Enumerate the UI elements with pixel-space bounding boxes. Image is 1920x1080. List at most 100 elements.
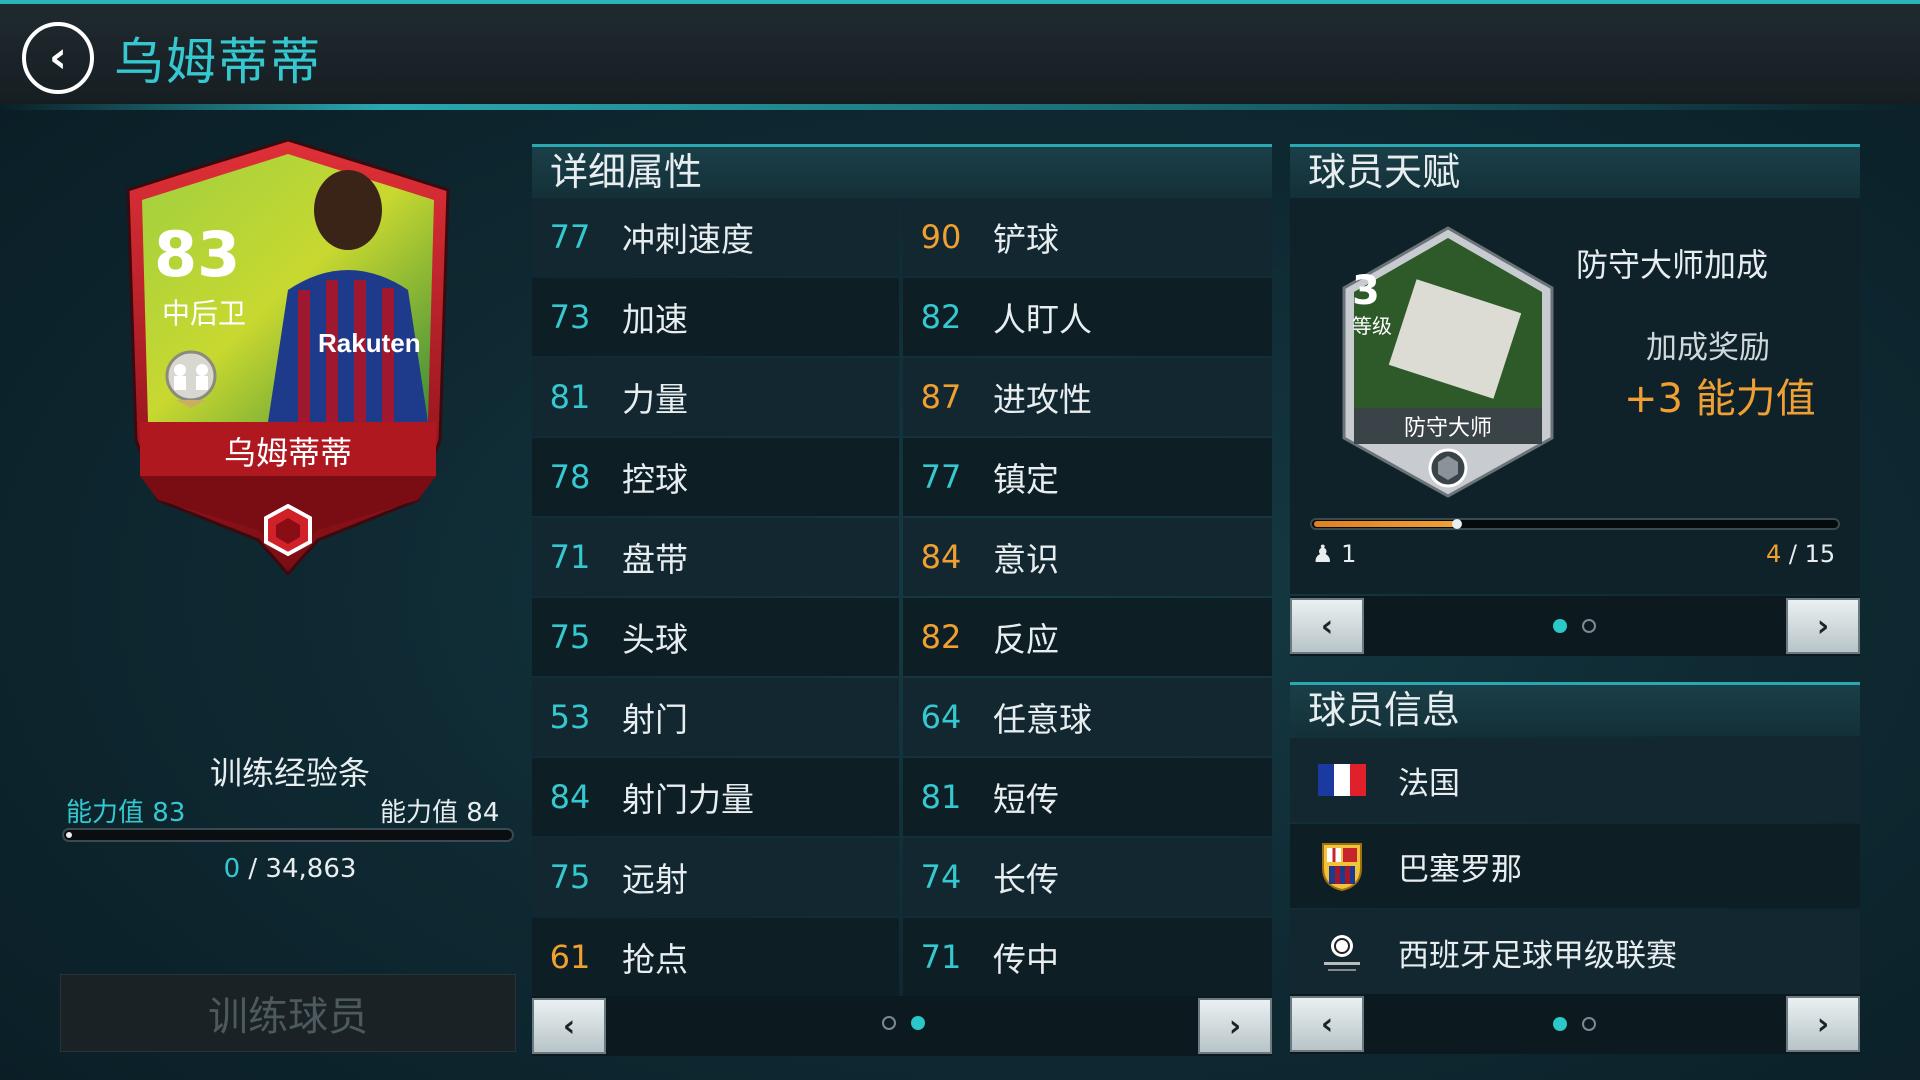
stat-name: 加速 xyxy=(622,300,688,339)
talent-badge-label: 防守大师 xyxy=(1403,416,1492,441)
stat-cell: 75 头球 xyxy=(532,598,899,676)
club-label: 巴塞罗那 xyxy=(1398,851,1522,888)
talent-header: 球员天赋 xyxy=(1290,144,1860,198)
info-nav-bar xyxy=(1290,994,1860,1054)
stat-cell: 53 射门 xyxy=(532,678,899,756)
stat-row: 78 控球 77 镇定 xyxy=(532,438,1272,518)
barcelona-crest-icon xyxy=(1316,840,1368,892)
card-rating: 83 xyxy=(154,218,241,291)
stats-page-dot-1[interactable] xyxy=(882,1016,896,1030)
stat-name: 抢点 xyxy=(622,940,688,979)
chevron-left-icon: ‹ xyxy=(562,1008,576,1044)
laliga-logo-icon xyxy=(1316,926,1368,978)
stat-name: 冲刺速度 xyxy=(622,220,754,259)
stat-name: 铲球 xyxy=(993,220,1059,259)
chevron-right-icon: › xyxy=(1816,1006,1830,1042)
training-progress-bar xyxy=(62,828,514,842)
stat-value: 77 xyxy=(920,458,962,496)
info-prev-button[interactable]: ‹ xyxy=(1290,996,1364,1052)
stat-name: 控球 xyxy=(622,460,688,499)
stat-cell: 61 抢点 xyxy=(532,918,899,996)
chevron-left-icon: ‹ xyxy=(1320,1006,1334,1042)
talent-people-count: ♟ 1 xyxy=(1312,540,1357,568)
player-card[interactable]: Rakuten 83 中后卫 乌姆蒂蒂 xyxy=(118,140,458,580)
stat-row: 75 远射 74 长传 xyxy=(532,838,1272,918)
stat-value: 61 xyxy=(549,938,591,976)
stat-value: 84 xyxy=(549,778,591,816)
team-badge-icon xyxy=(162,348,220,410)
stats-header: 详细属性 xyxy=(532,144,1272,198)
stat-cell: 78 控球 xyxy=(532,438,899,516)
bonus-label: 加成奖励 xyxy=(1646,330,1770,366)
stat-value: 81 xyxy=(920,778,962,816)
card-player-name: 乌姆蒂蒂 xyxy=(223,434,352,472)
stat-name: 任意球 xyxy=(993,700,1092,739)
stats-prev-button[interactable]: ‹ xyxy=(532,998,606,1054)
stat-value: 81 xyxy=(549,378,591,416)
stat-name: 射门 xyxy=(622,700,688,739)
stat-cell: 82 反应 xyxy=(903,598,1272,676)
stat-name: 人盯人 xyxy=(993,300,1092,339)
talent-page-dot-2[interactable] xyxy=(1582,619,1596,633)
info-row-league: 西班牙足球甲级联赛 xyxy=(1290,910,1860,994)
stat-cell: 73 加速 xyxy=(532,278,899,356)
stat-name: 传中 xyxy=(993,940,1059,979)
page-title: 乌姆蒂蒂 xyxy=(114,33,322,91)
training-progress-text: 0 / 34,863 xyxy=(223,854,357,884)
info-header: 球员信息 xyxy=(1290,682,1860,736)
info-page-dot-2[interactable] xyxy=(1582,1017,1596,1031)
stat-value: 64 xyxy=(920,698,962,736)
header-glow xyxy=(0,104,1920,110)
stat-name: 头球 xyxy=(622,620,688,659)
stat-value: 73 xyxy=(549,298,591,336)
bonus-value: +3 能力值 xyxy=(1624,376,1816,422)
info-row-nation: 法国 xyxy=(1290,738,1860,822)
stat-name: 镇定 xyxy=(993,460,1059,499)
stat-value: 71 xyxy=(549,538,591,576)
chevron-right-icon: › xyxy=(1816,608,1830,644)
stat-name: 短传 xyxy=(993,780,1059,819)
chevron-left-icon: ‹ xyxy=(1320,608,1334,644)
stat-value: 75 xyxy=(549,618,591,656)
stat-value: 90 xyxy=(920,218,962,256)
training-next-level: 能力值 84 xyxy=(380,798,500,828)
talent-name: 防守大师加成 xyxy=(1576,246,1769,284)
stat-row: 73 加速 82 人盯人 xyxy=(532,278,1272,358)
stat-cell: 77 冲刺速度 xyxy=(532,198,899,276)
stat-cell: 82 人盯人 xyxy=(903,278,1272,356)
stat-name: 长传 xyxy=(993,860,1059,899)
stat-value: 53 xyxy=(549,698,591,736)
stat-name: 反应 xyxy=(993,620,1059,659)
top-bar: ‹ 乌姆蒂蒂 xyxy=(0,0,1920,110)
stat-row: 75 头球 82 反应 xyxy=(532,598,1272,678)
chevron-right-icon: › xyxy=(1228,1008,1242,1044)
info-row-club: 巴塞罗那 xyxy=(1290,824,1860,908)
stat-cell: 71 传中 xyxy=(903,918,1272,996)
talent-prev-button[interactable]: ‹ xyxy=(1290,598,1364,654)
info-page-dot-1[interactable] xyxy=(1553,1017,1567,1031)
talent-nav-bar xyxy=(1290,596,1860,656)
back-button[interactable]: ‹ xyxy=(22,22,94,94)
stat-value: 71 xyxy=(920,938,962,976)
stat-cell: 74 长传 xyxy=(903,838,1272,916)
training-title: 训练经验条 xyxy=(209,754,370,792)
talent-badge-frame xyxy=(1342,226,1554,498)
talent-next-button[interactable]: › xyxy=(1786,598,1860,654)
stats-next-button[interactable]: › xyxy=(1198,998,1272,1054)
chevron-left-icon: ‹ xyxy=(48,32,68,83)
stats-page-dot-2[interactable] xyxy=(911,1016,925,1030)
stat-cell: 81 力量 xyxy=(532,358,899,436)
stats-nav-bar xyxy=(532,996,1272,1056)
stat-value: 82 xyxy=(920,298,962,336)
stat-name: 进攻性 xyxy=(993,380,1092,419)
talent-badge[interactable]: 3 等级 防守大师 xyxy=(1340,224,1556,500)
nation-label: 法国 xyxy=(1398,765,1460,802)
stat-cell: 81 短传 xyxy=(903,758,1272,836)
info-next-button[interactable]: › xyxy=(1786,996,1860,1052)
talent-page-dot-1[interactable] xyxy=(1553,619,1567,633)
stat-name: 意识 xyxy=(993,540,1059,579)
stats-table: 77 冲刺速度 90 铲球 73 加速 82 人盯人 81 力量 87 进攻性 78 控球 77 镇定 71 盘带… xyxy=(532,198,1272,998)
stat-name: 盘带 xyxy=(622,540,688,579)
training-current-level: 能力值 83 xyxy=(66,798,186,828)
train-player-button[interactable]: 训练球员 xyxy=(60,974,516,1052)
